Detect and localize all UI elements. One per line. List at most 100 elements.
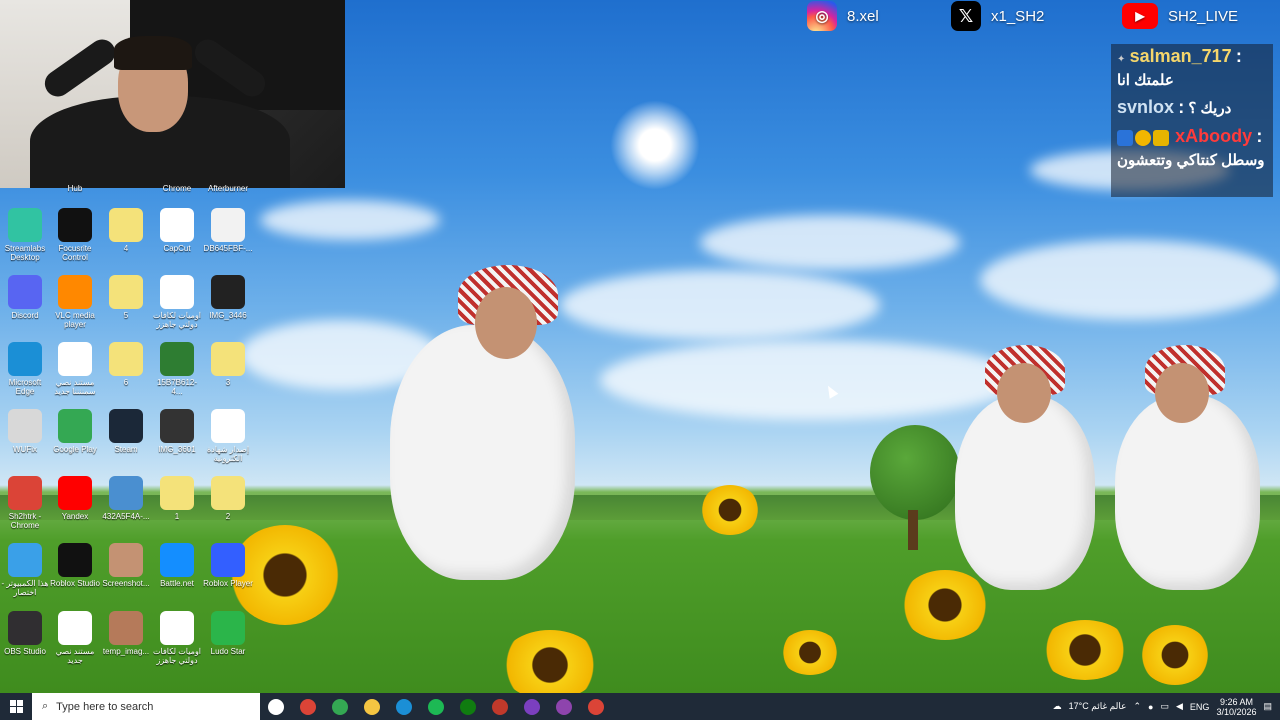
desktop-icon-label: Discord	[11, 311, 39, 320]
taskbar: ⌕ Type here to search ☁ 17°C عالم غائم ⌃…	[0, 693, 1280, 720]
x-handle: 𝕏 x1_SH2	[951, 0, 1044, 32]
desktop-icon[interactable]: DB645FBF-...	[203, 208, 253, 253]
desktop-icon[interactable]: Ludo Star	[203, 611, 253, 656]
folder-file-icon	[109, 342, 143, 376]
desktop-icon[interactable]: Yandex	[50, 476, 100, 521]
desktop-icon[interactable]: 432A5F4A-...	[101, 476, 151, 521]
taskbar-app-button[interactable]	[260, 693, 292, 720]
desktop-icon-label: CapCut	[163, 244, 191, 253]
chevron-up-icon[interactable]: ⌃	[1134, 701, 1142, 712]
cloud	[560, 270, 880, 340]
vlc-icon	[58, 275, 92, 309]
tree-trunk	[908, 510, 918, 550]
desktop-icon[interactable]: Focusrite Control	[50, 208, 100, 262]
desktop-icon-label: 2	[225, 512, 231, 521]
desktop-icon[interactable]: IMG_3446	[203, 275, 253, 320]
taskbar-app-button[interactable]	[452, 693, 484, 720]
microphone-icon[interactable]: ●	[1148, 702, 1153, 712]
desktop-icon[interactable]: Roblox Player	[203, 543, 253, 588]
desktop-icon[interactable]: WUFix	[0, 409, 50, 454]
tree	[870, 425, 960, 520]
desktop-icon[interactable]: Screenshot...	[101, 543, 151, 588]
taskbar-app-button[interactable]	[388, 693, 420, 720]
desktop-icon[interactable]: هذا الكمبيوتر - اختصار	[0, 543, 50, 597]
desktop-icon[interactable]: اوميات لكافات دولتي جاهزز	[152, 611, 202, 665]
desktop-icon[interactable]: 15B7B612-4...	[152, 342, 202, 396]
desktop-icon[interactable]: Sh2htrk - Chrome	[0, 476, 50, 530]
desktop-icon-label-partial[interactable]: Chrome	[152, 184, 202, 193]
steam-icon	[109, 409, 143, 443]
taskbar-search[interactable]: ⌕ Type here to search	[32, 693, 260, 720]
volume-icon[interactable]: ◀	[1176, 701, 1183, 712]
desktop-icon[interactable]: 3	[203, 342, 253, 387]
music-file-icon	[109, 208, 143, 242]
desktop-icon[interactable]: CapCut	[152, 208, 202, 253]
desktop-icon[interactable]: Discord	[0, 275, 50, 320]
clock[interactable]: 9:26 AM 3/10/2026	[1216, 697, 1256, 717]
taskbar-app-button[interactable]	[292, 693, 324, 720]
capcut-icon	[160, 208, 194, 242]
desktop-icon-label-partial[interactable]: Afterburner	[203, 184, 253, 193]
app-icon	[524, 698, 540, 715]
instagram-handle: ◎ 8.xel	[807, 0, 879, 32]
taskbar-app-button[interactable]	[420, 693, 452, 720]
desktop-icon[interactable]: Steam	[101, 409, 151, 454]
taskbar-app-button[interactable]	[484, 693, 516, 720]
desktop-icon[interactable]: اوميات لكافات دولتي جاهزز	[152, 275, 202, 329]
language-indicator[interactable]: ENG	[1190, 702, 1210, 712]
desktop-icon[interactable]: Streamlabs Desktop	[0, 208, 50, 262]
taskbar-app-button[interactable]	[356, 693, 388, 720]
chat-text: وسطل كنتاكي وتتعشون	[1117, 152, 1265, 169]
discord-icon	[8, 275, 42, 309]
desktop-icon[interactable]: 2	[203, 476, 253, 521]
desktop-icon[interactable]: 4	[101, 208, 151, 253]
document-icon	[160, 275, 194, 309]
x-handle-text: x1_SH2	[991, 7, 1045, 25]
desktop-icon[interactable]: مستند نصي سمننننا جديد	[50, 342, 100, 396]
desktop-icon[interactable]: 1	[152, 476, 202, 521]
desktop-icon[interactable]: إصدار شهادة الكترونية	[203, 409, 253, 463]
edge-icon	[8, 342, 42, 376]
desktop-icon-label-partial[interactable]: Hub	[50, 184, 100, 193]
notifications-icon[interactable]: ▤	[1263, 701, 1272, 712]
desktop-icon-label: اوميات لكافات دولتي جاهزز	[152, 647, 202, 665]
start-button[interactable]	[0, 693, 32, 720]
sun	[610, 100, 700, 190]
x-icon: 𝕏	[951, 1, 981, 31]
desktop-icon-label: VLC media player	[55, 311, 95, 329]
desktop-icon[interactable]: Roblox Studio	[50, 543, 100, 588]
youtube-icon: ▶	[1122, 3, 1158, 29]
desktop-icon[interactable]: temp_imag...	[101, 611, 151, 656]
desktop-icon[interactable]: 6	[101, 342, 151, 387]
ludo-star-icon	[211, 611, 245, 645]
desktop-icon[interactable]: VLC media player	[50, 275, 100, 329]
person-right-1	[955, 345, 1095, 590]
desktop-icon-label: Google Play	[53, 445, 97, 454]
windows-logo-icon	[9, 700, 23, 713]
desktop-icon[interactable]: IMG_3601	[152, 409, 202, 454]
desktop-icon-label: 432A5F4A-...	[102, 512, 150, 521]
cloud	[260, 200, 440, 240]
chrome-icon	[588, 698, 604, 715]
taskbar-app-button[interactable]	[516, 693, 548, 720]
desktop-icon[interactable]: Battle.net	[152, 543, 202, 588]
network-icon[interactable]: ▭	[1160, 701, 1169, 712]
desktop-icon[interactable]: OBS Studio	[0, 611, 50, 656]
desktop-icon[interactable]: Google Play	[50, 409, 100, 454]
desktop-icon-label: Roblox Studio	[50, 579, 100, 588]
taskbar-app-button[interactable]	[548, 693, 580, 720]
taskbar-app-button[interactable]	[324, 693, 356, 720]
flower	[1040, 620, 1130, 680]
desktop-icon[interactable]: 5	[101, 275, 151, 320]
chat-separator: :	[1178, 97, 1185, 117]
image-file-icon	[109, 476, 143, 510]
weather-text[interactable]: 17°C عالم غائم	[1069, 701, 1127, 712]
google-play-icon	[332, 698, 348, 715]
taskbar-app-button[interactable]	[580, 693, 612, 720]
desktop-icon[interactable]: Microsoft Edge	[0, 342, 50, 396]
desktop-icon[interactable]: مستند نصي جديد	[50, 611, 100, 665]
image-file-icon	[211, 275, 245, 309]
youtube-handle-text: SH2_LIVE	[1168, 7, 1239, 25]
flower	[700, 485, 760, 535]
folder-file-icon	[211, 476, 245, 510]
